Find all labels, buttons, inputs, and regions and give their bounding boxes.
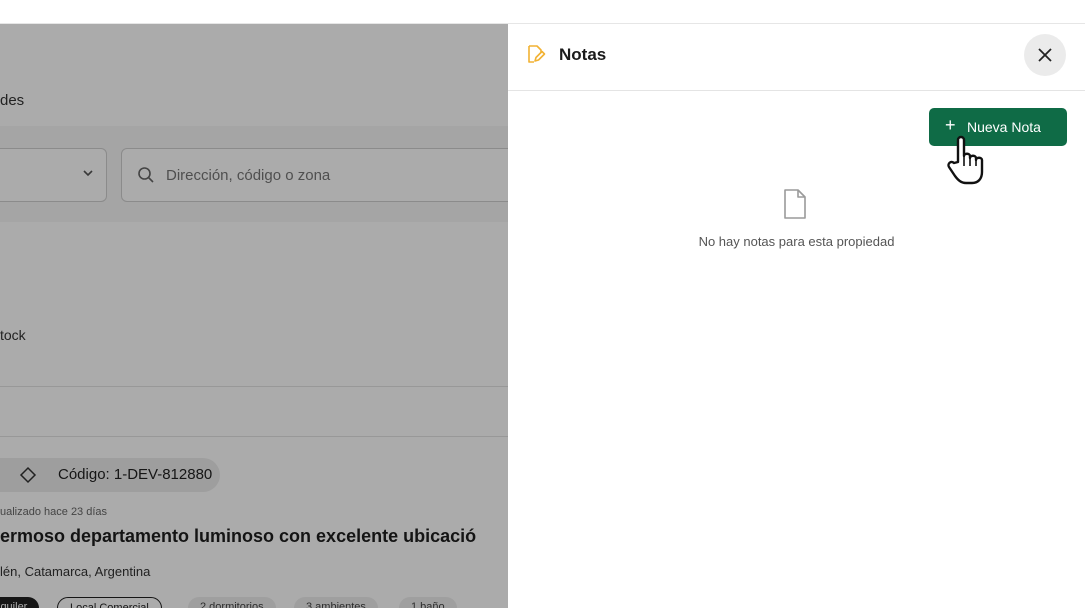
file-icon (782, 188, 808, 220)
close-button[interactable] (1024, 34, 1066, 76)
notes-panel-header: Notas (508, 24, 1085, 91)
hand-pointer-icon (942, 132, 994, 188)
empty-notes-message: No hay notas para esta propiedad (698, 234, 895, 249)
close-icon (1038, 48, 1052, 62)
notes-panel: Notas + Nueva Nota No hay notas para est… (508, 24, 1085, 608)
top-bar (0, 0, 1085, 24)
modal-overlay[interactable] (0, 24, 508, 608)
panel-title: Notas (559, 45, 607, 64)
edit-note-icon (526, 44, 546, 64)
